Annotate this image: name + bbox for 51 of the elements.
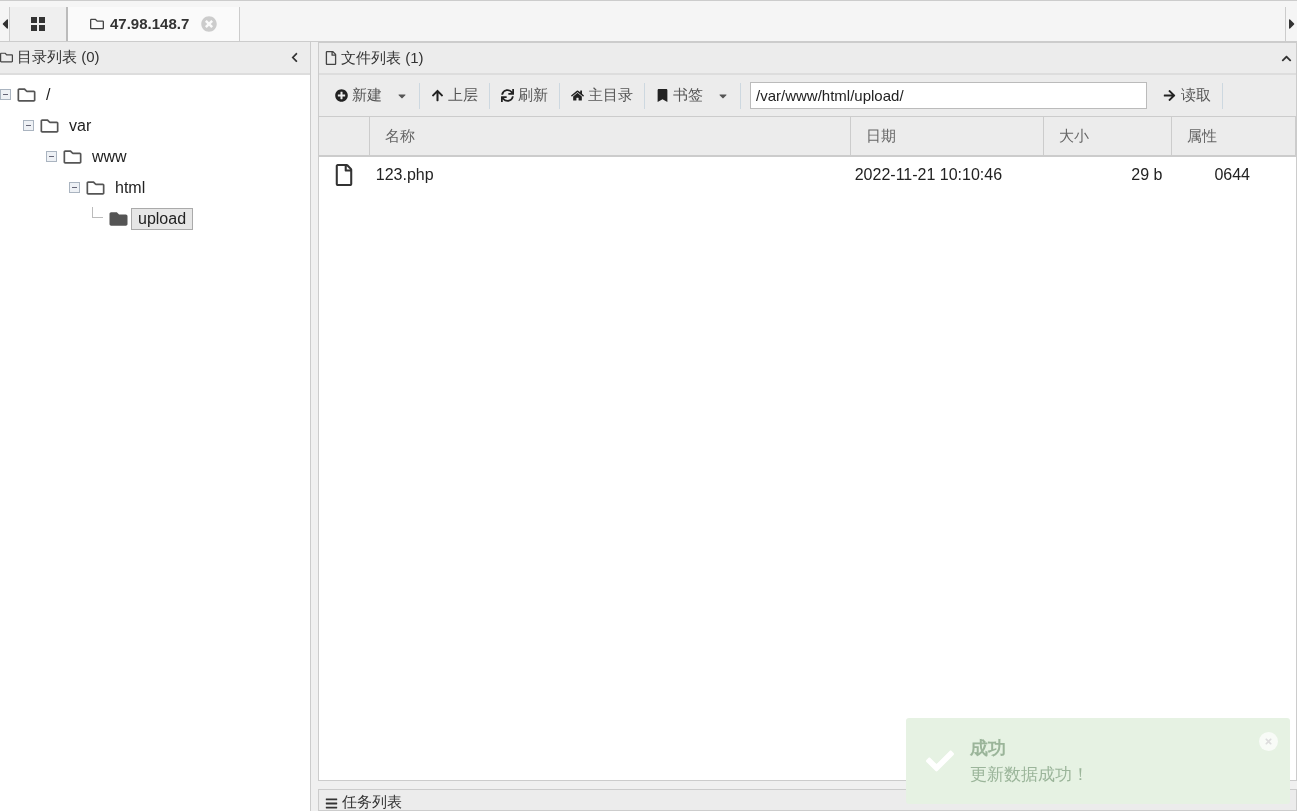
file-icon: [325, 51, 337, 65]
column-header[interactable]: 日期: [851, 117, 1044, 155]
caret-right-icon: [1287, 16, 1296, 32]
folder-icon: [62, 147, 83, 166]
caret-left-icon: [0, 16, 9, 32]
table-cell-text: 29 b: [1130, 165, 1164, 185]
folder-icon: [39, 116, 60, 135]
toolbar-button[interactable]: 刷新: [493, 80, 556, 111]
scroll-right-button[interactable]: [1285, 7, 1297, 41]
refresh-icon: [501, 89, 514, 102]
tab[interactable]: 47.98.148.7: [68, 7, 241, 41]
tree-item[interactable]: www: [85, 145, 134, 168]
toast-message: 更新数据成功！: [970, 763, 1089, 786]
tree-item[interactable]: html: [108, 176, 153, 199]
tree-item[interactable]: /: [39, 83, 58, 106]
bookmark-icon: [656, 89, 669, 102]
home-icon: [571, 89, 584, 102]
folder-icon: [16, 85, 37, 104]
column-header[interactable]: 大小: [1044, 117, 1172, 155]
toolbar-button[interactable]: 上层: [423, 80, 486, 111]
panel-title: 任务列表: [342, 793, 402, 810]
folder-icon: [108, 209, 129, 228]
toast-title: 成功: [970, 736, 1007, 760]
folder-icon: [85, 178, 106, 197]
collapse-icon[interactable]: [289, 52, 300, 63]
collapse-toggle-icon[interactable]: [69, 182, 80, 193]
arrow-right-icon: [1163, 89, 1176, 102]
collapse-toggle-icon[interactable]: [0, 89, 11, 100]
collapse-toggle-icon[interactable]: [23, 120, 34, 131]
column-header[interactable]: 属性: [1172, 117, 1296, 155]
folder-icon: [90, 17, 104, 31]
close-icon: [1264, 737, 1273, 746]
panel-title: 目录列表 (0): [17, 47, 100, 68]
tree-item[interactable]: upload: [131, 207, 194, 230]
list-icon: [325, 797, 338, 810]
tree-item[interactable]: var: [62, 114, 99, 137]
collapse-toggle-icon[interactable]: [46, 151, 57, 162]
toolbar-button[interactable]: 书签: [648, 80, 737, 111]
folder-icon: [0, 51, 13, 64]
grid-icon: [31, 17, 45, 31]
grid-tab[interactable]: [10, 7, 68, 41]
toolbar-button[interactable]: 新建: [327, 80, 416, 111]
read-button[interactable]: 读取: [1155, 80, 1219, 111]
table-cell-text: 0644: [1213, 165, 1251, 185]
path-field[interactable]: /var/www/html/upload/: [750, 82, 1147, 109]
toolbar-button[interactable]: 主目录: [563, 80, 641, 111]
panel-title: 文件列表 (1): [341, 47, 424, 68]
table-cell-text: 2022-11-21 10:10:46: [853, 165, 1004, 185]
column-header[interactable]: 名称: [370, 117, 851, 155]
arrow-up-icon: [431, 89, 444, 102]
table-cell-text: 123.php: [374, 165, 435, 185]
